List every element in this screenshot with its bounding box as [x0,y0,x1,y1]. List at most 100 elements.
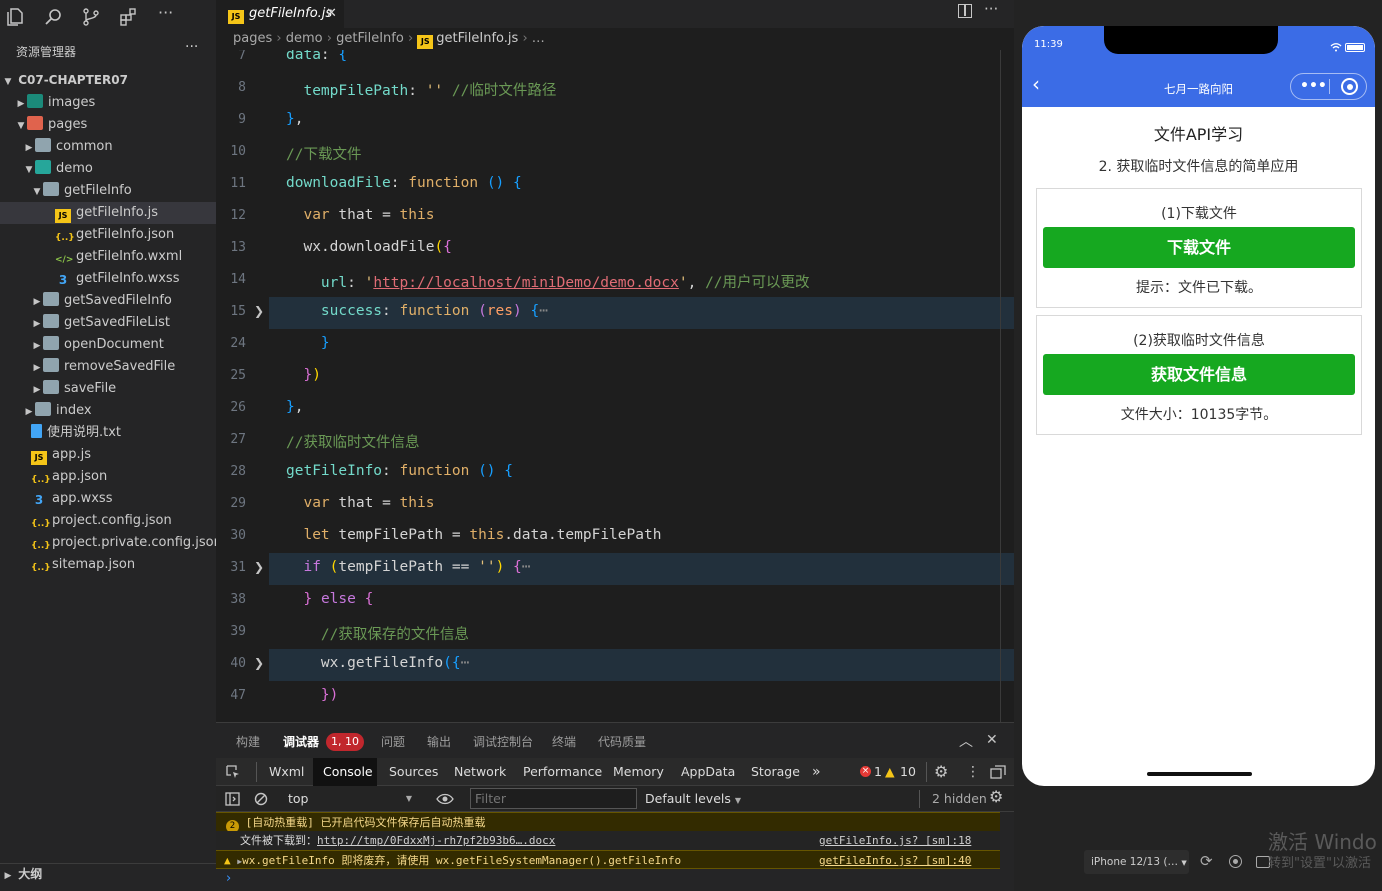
tree-file-getfileinfo-wxss[interactable]: 3 getFileInfo.wxss [0,268,216,290]
tab-appdata[interactable]: AppData [681,758,735,786]
tree-label: getFileInfo.js [76,205,158,220]
tree-folder-getsavedfileinfo[interactable]: ▶ getSavedFileInfo [0,290,216,312]
clear-console-icon[interactable] [254,792,268,806]
tab-terminal[interactable]: 终端 [552,723,576,761]
chevron-up-icon[interactable]: ︿ [959,731,973,751]
levels-value: Default levels [645,791,731,806]
tab-network[interactable]: Network [454,758,506,786]
tab-build[interactable]: 构建 [236,723,260,761]
tree-file-app-json[interactable]: {..}app.json [0,466,216,488]
tab-code-quality[interactable]: 代码质量 [598,723,646,761]
tree-folder-demo[interactable]: ▼ demo [0,158,216,180]
tree-folder-images[interactable]: ▶ images [0,92,216,114]
tree-file-app-wxss[interactable]: 3 app.wxss [0,488,216,510]
breadcrumb-item[interactable]: getFileInfo [336,31,404,46]
tree-file-project-config[interactable]: {..}project.config.json [0,510,216,532]
kebab-icon[interactable]: ⋮ [966,758,980,786]
close-panel-icon[interactable]: ✕ [986,732,998,748]
tree-folder-index[interactable]: ▶ index [0,400,216,422]
explorer-icon[interactable] [5,6,27,28]
split-editor-icon[interactable] [958,4,972,18]
log-source-link[interactable]: getFileInfo.js? [sm]:18 [819,831,971,850]
tree-file-getfileinfo-json[interactable]: {..}getFileInfo.json [0,224,216,246]
undock-icon[interactable] [990,765,1006,779]
breadcrumb-item[interactable]: … [532,31,545,46]
tree-file-sitemap[interactable]: {..}sitemap.json [0,554,216,576]
tab-debug-console[interactable]: 调试控制台 [473,723,533,761]
tree-folder-savefile[interactable]: ▶ saveFile [0,378,216,400]
warning-count[interactable]: 10 [900,758,916,786]
breadcrumb-item[interactable]: demo [286,31,323,46]
get-file-info-button[interactable]: 获取文件信息 [1043,354,1355,395]
outline-label: 大纲 [18,867,43,881]
log-source-link[interactable]: getFileInfo.js? [sm]:40 [819,851,971,870]
tree-label: openDocument [64,337,164,352]
filter-input[interactable] [470,788,637,809]
log-link[interactable]: http://tmp/0FdxxMj-rh7pf2b93b6….docx [317,834,555,847]
more-actions-icon[interactable]: ··· [185,39,198,55]
tab-console[interactable]: Console [313,758,377,786]
console-prompt-icon[interactable]: › [226,871,231,886]
code-line: //获取临时文件信息 [286,435,420,451]
extensions-icon[interactable] [118,6,140,28]
tree-file-getfileinfo-js[interactable]: JS getFileInfo.js [0,202,216,224]
code-line: var that = this [303,495,435,511]
eye-icon[interactable] [436,793,454,805]
tab-sources[interactable]: Sources [389,758,438,786]
source-control-icon[interactable] [80,6,102,28]
tree-file-project-private-config[interactable]: {..}project.private.config.json [0,532,222,554]
tree-folder-pages[interactable]: ▼ pages [0,114,216,136]
demo-folder-icon [35,160,51,174]
chevron-right-icon[interactable]: ❯ [254,560,264,574]
tree-label: pages [48,117,88,132]
tab-performance[interactable]: Performance [523,758,602,786]
context-select[interactable]: top ▼ [280,790,420,808]
more-icon[interactable]: ··· [158,3,180,25]
explorer-sidebar: 资源管理器 ··· ▼ C07-CHAPTER07 ▶ images ▼ pages… [0,35,222,891]
sidebar-toggle-icon[interactable] [225,792,240,806]
json-file-icon: {..} [55,233,75,243]
code-editor[interactable]: 7 8 9 10 11 12 13 14 15 24 25 26 27 28 2… [216,50,1014,722]
tab-debugger[interactable]: 调试器 [283,723,320,759]
tree-file-app-js[interactable]: JS app.js [0,444,216,466]
rotate-icon[interactable]: ⟳ [1200,852,1213,870]
tab-output[interactable]: 输出 [427,723,451,761]
more-icon[interactable]: ··· [984,0,998,18]
more-icon[interactable]: ••• [1300,77,1327,95]
outline-header[interactable]: ▶ 大纲 [0,863,216,885]
error-count[interactable]: 1 [874,758,882,786]
chevron-right-icon[interactable]: ❯ [254,656,264,670]
tree-folder-opendocument[interactable]: ▶ openDocument [0,334,216,356]
log-text: 文件被下载到： [240,834,317,847]
more-tabs-icon[interactable]: » [812,758,821,786]
folder-icon [35,138,51,152]
close-icon[interactable]: ✕ [326,0,337,28]
capsule-menu: ••• [1290,73,1367,100]
tab-storage[interactable]: Storage [751,758,800,786]
gear-icon[interactable]: ⚙ [989,787,1003,806]
tab-wxml[interactable]: Wxml [269,758,304,786]
breadcrumb-item[interactable]: getFileInfo.js [436,31,518,46]
chevron-right-icon[interactable]: ❯ [254,304,264,318]
device-select[interactable]: iPhone 12/13 (… ▼ [1084,850,1189,874]
tree-folder-getsavedfilelist[interactable]: ▶ getSavedFileList [0,312,216,334]
tree-file-readme[interactable]: 使用说明.txt [0,422,216,444]
download-file-button[interactable]: 下载文件 [1043,227,1355,268]
search-icon[interactable] [43,6,65,28]
tab-problems[interactable]: 问题 [381,723,405,761]
project-header[interactable]: ▼ C07-CHAPTER07 [0,69,216,91]
tree-folder-removesavedfile[interactable]: ▶ removeSavedFile [0,356,216,378]
error-icon: × [860,766,871,777]
tab-memory[interactable]: Memory [613,758,664,786]
log-levels-select[interactable]: Default levels ▼ [645,789,741,811]
inspect-icon[interactable] [226,765,240,779]
gear-icon[interactable]: ⚙ [934,758,948,786]
tree-file-getfileinfo-wxml[interactable]: </> getFileInfo.wxml [0,246,216,268]
tab-getfileinfo-js[interactable]: JS getFileInfo.js ✕ [216,0,344,28]
close-mini-program-icon[interactable] [1341,78,1358,95]
tree-folder-common[interactable]: ▶ common [0,136,216,158]
tree-folder-getfileinfo[interactable]: ▼ getFileInfo [0,180,216,202]
dropdown-icon: ▼ [734,796,742,805]
breadcrumb-item[interactable]: pages [233,31,272,46]
record-icon[interactable] [1229,855,1242,868]
